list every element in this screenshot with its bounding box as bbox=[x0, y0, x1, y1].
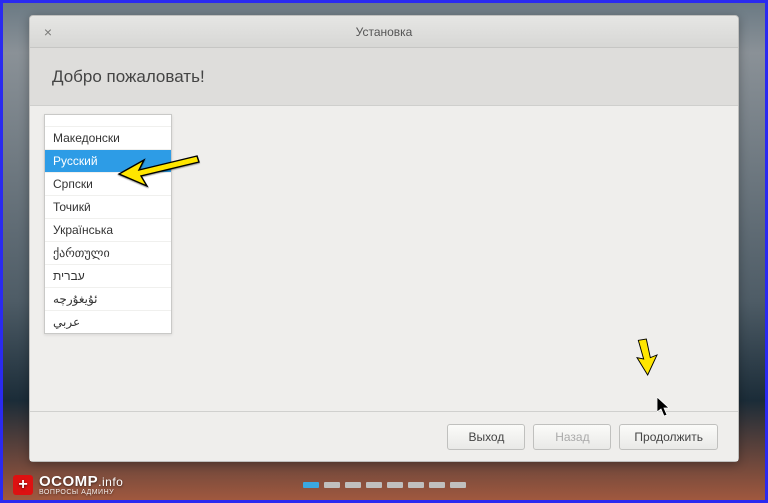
language-item[interactable]: ქართული bbox=[45, 242, 171, 265]
language-list[interactable]: МакедонскиРусскийСрпскиТочикӣУкраїнськаქ… bbox=[44, 114, 172, 334]
pager-dot[interactable] bbox=[366, 482, 382, 488]
pager-dot[interactable] bbox=[324, 482, 340, 488]
pager-dot[interactable] bbox=[387, 482, 403, 488]
footer: Выход Назад Продолжить bbox=[30, 411, 738, 461]
titlebar: × Установка bbox=[30, 16, 738, 48]
close-icon[interactable]: × bbox=[40, 24, 56, 40]
language-item[interactable]: Українська bbox=[45, 219, 171, 242]
pager-dot[interactable] bbox=[408, 482, 424, 488]
language-item[interactable] bbox=[45, 115, 171, 127]
pager-dot[interactable] bbox=[450, 482, 466, 488]
pager-dot[interactable] bbox=[303, 482, 319, 488]
content-area: МакедонскиРусскийСрпскиТочикӣУкраїнськаქ… bbox=[30, 106, 738, 411]
installer-window: × Установка Добро пожаловать! Македонски… bbox=[29, 15, 739, 462]
pager-dot[interactable] bbox=[429, 482, 445, 488]
watermark-text: OCOMP.info ВОПРОСЫ АДМИНУ bbox=[39, 473, 123, 496]
pager-dot[interactable] bbox=[345, 482, 361, 488]
language-item[interactable]: Македонски bbox=[45, 127, 171, 150]
language-item[interactable]: عربي bbox=[45, 311, 171, 333]
language-item[interactable]: Русский bbox=[45, 150, 171, 173]
continue-button[interactable]: Продолжить bbox=[619, 424, 718, 450]
watermark: + OCOMP.info ВОПРОСЫ АДМИНУ bbox=[13, 473, 123, 496]
back-button: Назад bbox=[533, 424, 611, 450]
language-item[interactable]: Точикӣ bbox=[45, 196, 171, 219]
welcome-heading: Добро пожаловать! bbox=[52, 67, 205, 87]
language-item[interactable]: ئۇيغۇرچە bbox=[45, 288, 171, 311]
language-item[interactable]: Српски bbox=[45, 173, 171, 196]
watermark-badge-icon: + bbox=[13, 475, 33, 495]
language-item[interactable]: עברית bbox=[45, 265, 171, 288]
header: Добро пожаловать! bbox=[30, 48, 738, 106]
screenshot-frame: × Установка Добро пожаловать! Македонски… bbox=[0, 0, 768, 503]
window-title: Установка bbox=[30, 25, 738, 39]
exit-button[interactable]: Выход bbox=[447, 424, 525, 450]
